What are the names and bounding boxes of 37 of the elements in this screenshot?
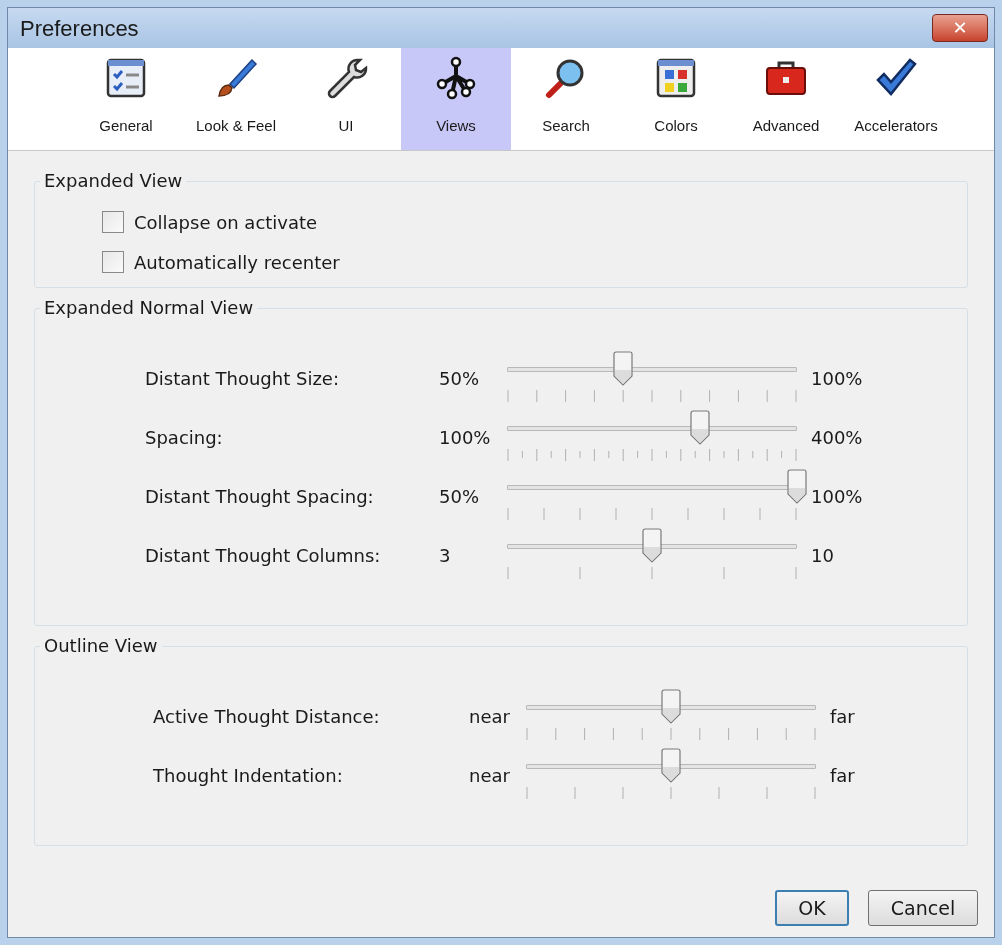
slider-max-label: far (829, 764, 855, 788)
color-grid-icon (654, 56, 698, 100)
slider-thumb[interactable] (690, 410, 711, 445)
node-graph-icon (434, 56, 478, 100)
checklist-icon (104, 56, 148, 100)
checkbox[interactable] (102, 211, 124, 233)
group-title: Expanded View (40, 171, 187, 191)
slider-min-label: 3 (439, 544, 452, 568)
checkbox-label: Collapse on activate (134, 210, 318, 235)
dialog-button[interactable]: Cancel (868, 890, 978, 926)
slider-thumb[interactable] (613, 351, 633, 386)
slider-label: Distant Thought Size: (145, 367, 340, 391)
slider-min-label: near (469, 764, 511, 788)
slider-max-label: far (829, 705, 855, 729)
toolbar-tab[interactable]: Views (401, 48, 511, 150)
window-title: Preferences (20, 14, 139, 43)
slider-thumb[interactable] (661, 689, 681, 724)
slider-max-label: 100% (810, 485, 863, 509)
slider-min-label: 100% (439, 426, 492, 450)
group-title: Expanded Normal View (40, 298, 258, 318)
checkbox[interactable] (102, 251, 124, 273)
slider-min-label: 50% (439, 367, 480, 391)
slider-thumb[interactable] (661, 748, 681, 783)
slider-label: Thought Indentation: (153, 764, 344, 788)
slider-max-label: 400% (810, 426, 863, 450)
slider-label: Spacing: (145, 426, 224, 450)
slider-label: Distant Thought Columns: (145, 544, 382, 568)
slider-label: Active Thought Distance: (153, 705, 381, 729)
slider-label: Distant Thought Spacing: (145, 485, 375, 509)
checkbox-label: Automatically recenter (134, 250, 340, 275)
slider-thumb[interactable] (787, 469, 807, 504)
dialog-button[interactable]: OK (775, 890, 849, 926)
slider-max-label: 10 (810, 544, 834, 568)
slider-min-label: 50% (439, 485, 480, 509)
slider-thumb[interactable] (642, 528, 662, 563)
slider-max-label: 100% (810, 367, 863, 391)
slider-min-label: near (469, 705, 511, 729)
